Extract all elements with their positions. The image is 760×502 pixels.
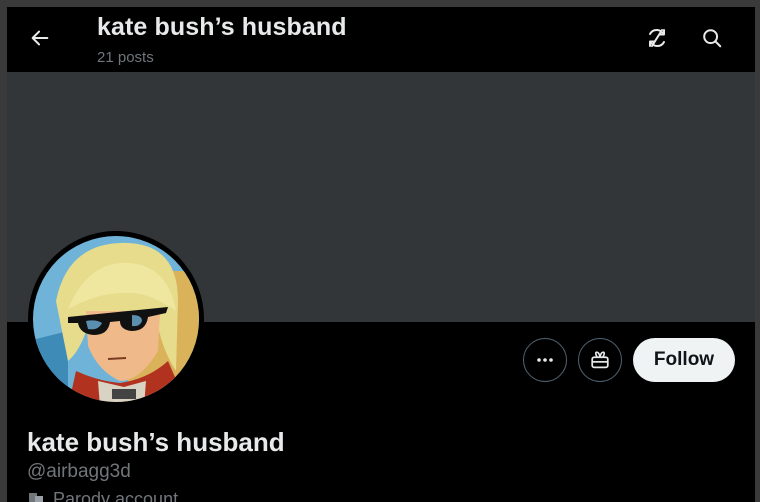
follow-button[interactable]: Follow <box>633 338 735 382</box>
back-button[interactable] <box>23 21 57 55</box>
avatar[interactable] <box>28 231 204 407</box>
top-bar: kate bush’s husband 21 posts <box>7 7 755 72</box>
arrow-left-icon <box>31 30 49 46</box>
parody-label: Parody account <box>27 489 178 502</box>
more-button[interactable] <box>523 338 567 382</box>
display-name: kate bush’s husband <box>27 427 285 457</box>
subscribe-button[interactable] <box>578 338 622 382</box>
user-handle: @airbagg3d <box>27 461 131 482</box>
sync-button[interactable] <box>640 21 674 55</box>
profile-page: kate bush’s husband 21 posts Follow kate… <box>7 7 755 502</box>
page-title: kate bush’s husband <box>97 13 347 41</box>
more-dots-icon <box>537 358 553 362</box>
gift-icon <box>591 351 609 369</box>
refresh-off-icon <box>649 29 665 47</box>
theater-mask-icon <box>29 492 43 502</box>
search-icon <box>703 29 722 48</box>
search-button[interactable] <box>695 21 729 55</box>
parody-label-text: Parody account <box>53 489 179 502</box>
posts-count: 21 posts <box>97 49 154 66</box>
